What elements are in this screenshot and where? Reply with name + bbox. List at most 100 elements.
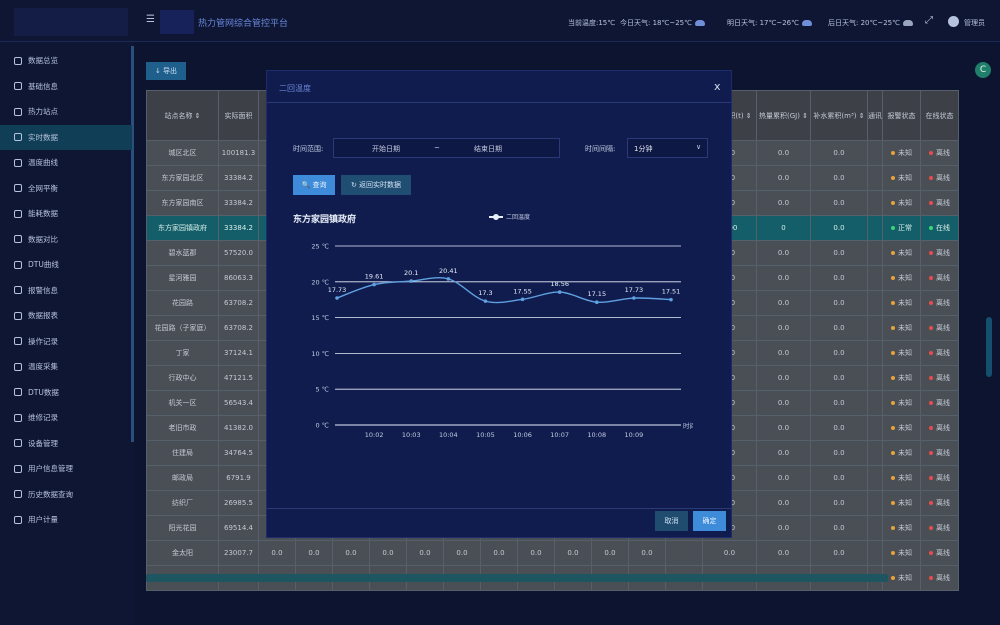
- data-label: 20.41: [439, 267, 458, 275]
- sidebar-item[interactable]: 实时数据: [0, 124, 132, 150]
- status-dot: [891, 301, 895, 305]
- cell-area: 56543.4: [218, 390, 259, 416]
- interval-select[interactable]: 1分钟 ∨: [627, 138, 708, 158]
- sidebar-item[interactable]: 数据总览: [0, 48, 132, 73]
- cell-online: 离线: [920, 540, 959, 566]
- cell-heat: 0.0: [756, 290, 811, 316]
- chart-legend[interactable]: 二回温度: [489, 212, 530, 221]
- confirm-button[interactable]: 确定: [693, 511, 726, 531]
- sidebar-item[interactable]: DTU曲线: [0, 252, 132, 277]
- cell-area: 69514.4: [218, 515, 259, 541]
- sidebar-item-label: 温度采集: [28, 362, 58, 371]
- sidebar-item[interactable]: 设备管理: [0, 431, 132, 456]
- realtime-button[interactable]: ↻ 返回实时数据: [341, 175, 411, 195]
- cell-online: 离线: [920, 440, 959, 466]
- vertical-scrollbar[interactable]: [986, 317, 992, 377]
- table-row[interactable]: 金太阳 23007.7 0.0 0.0 0.0 0.0 0.0 0.0 0.0 0.0 0.0 0.0…: [146, 540, 959, 566]
- status-dot: [891, 401, 895, 405]
- cell-online: 离线: [920, 465, 959, 491]
- cell-water: 0.0: [810, 315, 868, 341]
- online-status-text: 离线: [936, 274, 950, 282]
- cell-comm: [867, 140, 883, 166]
- online-status-text: 离线: [936, 249, 950, 257]
- cell-water: 0.0: [810, 240, 868, 266]
- cell-area: 23007.7: [218, 540, 259, 566]
- data-label: 17.73: [625, 286, 644, 294]
- avatar[interactable]: [948, 16, 959, 27]
- cell-heat: 0.0: [756, 240, 811, 266]
- sidebar-item[interactable]: 用户信息管理: [0, 456, 132, 481]
- sidebar-item-label: 实时数据: [28, 132, 58, 142]
- status-dot: [891, 426, 895, 430]
- cell-heat: 0.0: [756, 165, 811, 191]
- data-point: [446, 277, 451, 281]
- sidebar-item[interactable]: 热力站点: [0, 99, 132, 124]
- sidebar-item-label: 热力站点: [28, 107, 58, 116]
- sidebar-item[interactable]: 能耗数据: [0, 201, 132, 226]
- sidebar-item[interactable]: 数据对比: [0, 227, 132, 252]
- refresh-icon[interactable]: C: [975, 62, 991, 78]
- cell-area: 33384.2: [218, 165, 259, 191]
- horizontal-scrollbar[interactable]: [146, 574, 888, 582]
- energy-icon: [14, 209, 22, 218]
- data-label: 17.15: [587, 290, 606, 298]
- realtime-icon: [14, 133, 22, 141]
- log-icon: [14, 337, 22, 345]
- data-label: 17.55: [513, 287, 532, 295]
- modal-title: 二回温度: [279, 84, 311, 93]
- data-point: [520, 297, 525, 302]
- data-label: 17.51: [662, 288, 681, 296]
- user-name[interactable]: 管理员: [964, 18, 985, 28]
- column-header-heat[interactable]: 热量累积(GJ) ⇕: [756, 90, 811, 141]
- cell-comm: [867, 265, 883, 291]
- cell-water: 0.0: [810, 215, 868, 241]
- status-dot: [929, 476, 933, 480]
- date-range-picker[interactable]: 开始日期 ~ 结束日期: [333, 138, 560, 158]
- sidebar-item[interactable]: 维修记录: [0, 405, 132, 430]
- cell-online: 在线: [920, 215, 959, 241]
- sidebar-item[interactable]: 温度采集: [0, 354, 132, 379]
- cell-alarm: 未知: [882, 240, 921, 266]
- cell-comm: [867, 340, 883, 366]
- cell-comm: [867, 440, 883, 466]
- sidebar-item[interactable]: 用户计量: [0, 507, 132, 532]
- status-dot: [929, 276, 933, 280]
- sidebar-item[interactable]: 历史数据查询: [0, 482, 132, 507]
- sidebar-item[interactable]: 数据报表: [0, 303, 132, 328]
- x-axis-label: 时间: [683, 421, 693, 430]
- cell-online: 离线: [920, 515, 959, 541]
- export-button[interactable]: ↓ 导出: [146, 62, 186, 80]
- column-header-name[interactable]: 站点名称 ⇕: [146, 90, 219, 141]
- cell-comm: [867, 165, 883, 191]
- sidebar: 数据总览 基础信息热力站点实时数据温度曲线 全网平衡 能耗数据 数据对比 DTU曲线报警信…: [0, 42, 134, 625]
- end-date-placeholder[interactable]: 结束日期: [474, 144, 502, 154]
- alarm-status-text: 未知: [898, 149, 912, 157]
- close-icon[interactable]: x: [714, 80, 721, 93]
- cell-comm: [867, 240, 883, 266]
- cell-hidden: 0.0: [480, 540, 518, 566]
- alarm-status-text: 未知: [898, 324, 912, 332]
- sidebar-item-label: 数据报表: [28, 311, 58, 320]
- query-button[interactable]: 🔍 查询: [293, 175, 335, 195]
- range-separator: ~: [434, 144, 440, 152]
- data-point: [669, 297, 673, 302]
- cell-alarm: 未知: [882, 315, 921, 341]
- sidebar-item[interactable]: 操作记录: [0, 329, 132, 354]
- sidebar-item[interactable]: 基础信息: [0, 74, 132, 99]
- fullscreen-icon[interactable]: ⤢: [925, 15, 933, 26]
- sidebar-item[interactable]: DTU数据: [0, 380, 132, 405]
- x-tick-label: 10:05: [476, 431, 495, 439]
- start-date-placeholder[interactable]: 开始日期: [372, 144, 400, 154]
- cancel-button[interactable]: 取消: [655, 511, 688, 531]
- menu-icon[interactable]: ☰: [146, 14, 155, 25]
- column-header-water[interactable]: 补水累积(m³) ⇕: [810, 90, 868, 141]
- sidebar-item[interactable]: 全网平衡: [0, 176, 132, 201]
- sidebar-item[interactable]: 温度曲线: [0, 150, 132, 175]
- cell-hidden: 0.0: [369, 540, 407, 566]
- sidebar-item[interactable]: 报警信息: [0, 278, 132, 303]
- cell-station-name: 住建局: [146, 440, 219, 466]
- dtu-icon: [14, 388, 22, 396]
- sidebar-item-label: DTU曲线: [28, 260, 59, 269]
- cell-hidden: 0.0: [258, 540, 296, 566]
- online-status-text: 离线: [936, 499, 950, 507]
